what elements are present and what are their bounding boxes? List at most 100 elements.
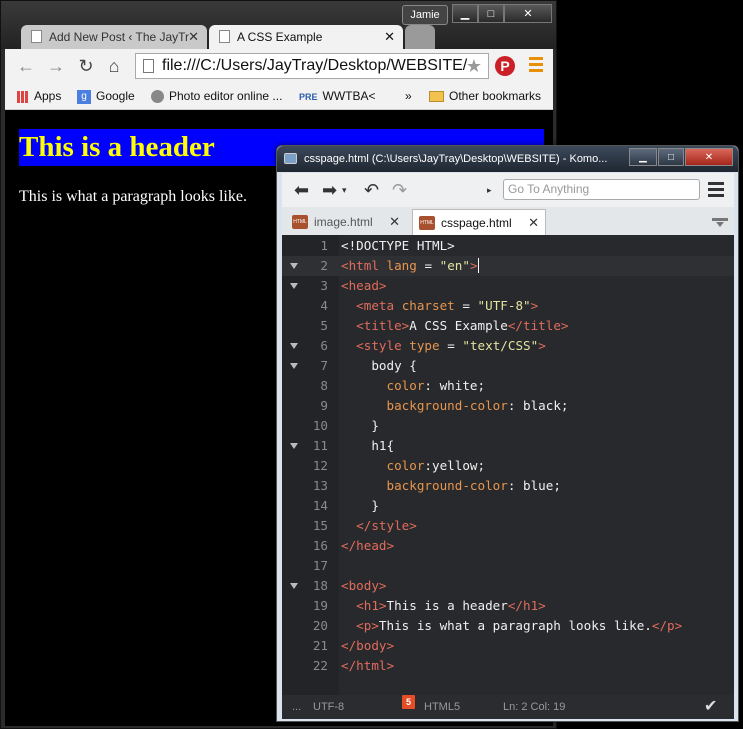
address-text: file:///C:/Users/JayTray/Desktop/WEBSITE… <box>162 57 468 74</box>
tab-label: image.html <box>314 215 373 229</box>
line-number: 19 <box>312 598 328 613</box>
address-bar[interactable]: file:///C:/Users/JayTray/Desktop/WEBSITE… <box>135 53 489 79</box>
fold-icon[interactable] <box>290 363 298 369</box>
line-number: 13 <box>312 478 328 493</box>
editor-titlebar: csspage.html (C:\Users\JayTray\Desktop\W… <box>277 146 738 172</box>
line-number: 12 <box>312 458 328 473</box>
bookmark-label: Apps <box>34 89 62 103</box>
line-number: 2 <box>320 258 328 273</box>
code-line: <head> <box>341 278 387 293</box>
line-number: 1 <box>320 238 328 253</box>
code-line: <!DOCTYPE HTML> <box>341 238 455 253</box>
bookmark-photo-editor[interactable]: Photo editor online ... <box>151 83 282 109</box>
google-icon: g <box>77 89 91 104</box>
code-line: background-color: black; <box>386 398 569 413</box>
close-window-icon[interactable]: ✕ <box>685 148 733 166</box>
star-icon[interactable]: ★ <box>466 54 482 78</box>
code-line: <p>This is what a paragraph looks like.<… <box>356 618 683 633</box>
code-line: </html> <box>341 658 395 673</box>
code-line: <body> <box>341 578 387 593</box>
line-number: 21 <box>312 638 328 653</box>
fold-icon[interactable] <box>290 443 298 449</box>
fold-icon[interactable] <box>290 263 298 269</box>
editor-tabs: HTML image.html ✕ HTML csspage.html ✕ <box>282 207 734 236</box>
line-number: 18 <box>312 578 328 593</box>
tab-image-html[interactable]: HTML image.html ✕ <box>286 209 406 235</box>
code-line: body { <box>371 358 417 373</box>
tab-close-icon[interactable]: ✕ <box>188 25 199 49</box>
editor-menu-icon[interactable] <box>708 182 724 200</box>
profile-button[interactable]: Jamie <box>402 5 448 25</box>
fold-icon[interactable] <box>290 283 298 289</box>
back-arrow-icon[interactable]: ← <box>15 55 37 77</box>
code-line: color:yellow; <box>386 458 486 473</box>
minimize-icon[interactable]: ▁ <box>629 148 657 166</box>
tab-csspage-html[interactable]: HTML csspage.html ✕ <box>412 209 546 235</box>
status-more[interactable]: ... <box>292 695 301 719</box>
tab-label: Add New Post ‹ The JayTr <box>49 30 190 44</box>
tab-css-example[interactable]: A CSS Example ✕ <box>209 25 403 49</box>
status-encoding[interactable]: UTF-8 <box>313 695 344 719</box>
chrome-menu-icon[interactable] <box>529 57 543 75</box>
line-number: 8 <box>320 378 328 393</box>
bookmark-apps[interactable]: Apps <box>17 83 61 109</box>
code-line: h1{ <box>371 438 395 453</box>
komodo-app-icon <box>284 153 297 164</box>
code-line: } <box>371 498 379 513</box>
line-number: 22 <box>312 658 328 673</box>
home-icon[interactable]: ⌂ <box>103 55 125 77</box>
maximize-icon[interactable]: □ <box>478 4 504 23</box>
line-number: 14 <box>312 498 328 513</box>
goto-expand-icon[interactable]: ▸ <box>487 179 492 201</box>
history-dropdown-icon[interactable]: ▾ <box>342 179 347 201</box>
close-window-icon[interactable]: ✕ <box>504 4 552 23</box>
line-number: 17 <box>312 558 328 573</box>
code-line: } <box>371 418 379 433</box>
minimize-icon[interactable]: ▁ <box>452 4 478 23</box>
pinterest-icon[interactable]: P <box>495 56 515 76</box>
status-language[interactable]: HTML5 <box>424 695 460 719</box>
line-number: 9 <box>320 398 328 413</box>
window-controls: ▁ □ ✕ <box>452 4 552 23</box>
goto-anything-input[interactable]: Go To Anything <box>503 179 700 200</box>
code-line: </style> <box>356 518 417 533</box>
tab-label: csspage.html <box>441 216 512 230</box>
fold-icon[interactable] <box>290 583 298 589</box>
new-tab-button[interactable] <box>405 25 435 49</box>
undo-icon[interactable]: ↶ <box>364 179 379 201</box>
code-line: <h1>This is a header</h1> <box>356 598 546 613</box>
editor-window: csspage.html (C:\Users\JayTray\Desktop\W… <box>276 145 739 722</box>
bookmarks-bar: Apps g Google Photo editor online ... PRE… <box>5 83 553 110</box>
reload-icon[interactable]: ↻ <box>75 55 97 77</box>
fold-icon[interactable] <box>290 343 298 349</box>
page-icon <box>143 59 154 73</box>
bookmark-label: Google <box>96 89 135 103</box>
tab-close-icon[interactable]: ✕ <box>384 25 395 49</box>
back-arrow-icon[interactable]: ⬅ <box>294 179 309 201</box>
forward-arrow-icon[interactable]: → <box>45 55 67 77</box>
code-line: color: white; <box>386 378 486 393</box>
editor-title: csspage.html (C:\Users\JayTray\Desktop\W… <box>304 153 608 165</box>
bookmark-label: WWTBA< <box>322 89 376 103</box>
tab-add-new-post[interactable]: Add New Post ‹ The JayTr ✕ <box>21 25 207 49</box>
code-line: <title>A CSS Example</title> <box>356 318 569 333</box>
code-line: </body> <box>341 638 395 653</box>
page-paragraph: This is what a paragraph looks like. <box>19 188 247 205</box>
maximize-icon[interactable]: □ <box>658 148 684 166</box>
line-number: 11 <box>312 438 328 453</box>
tab-close-icon[interactable]: ✕ <box>528 210 539 236</box>
code-line: <html lang = "en"> <box>341 258 479 273</box>
tab-close-icon[interactable]: ✕ <box>389 209 400 235</box>
bookmark-wwtba[interactable]: PRE WWTBA< <box>299 83 376 109</box>
code-line: <meta charset = "UTF-8"> <box>356 298 539 313</box>
bookmark-google[interactable]: g Google <box>77 83 135 109</box>
line-number: 6 <box>320 338 328 353</box>
check-icon[interactable]: ✔ <box>704 695 717 719</box>
code-editor[interactable]: 1 <!DOCTYPE HTML> 2 <html lang = "en"> 3 <h… <box>282 235 734 695</box>
tab-list-icon[interactable] <box>712 215 728 227</box>
other-bookmarks[interactable]: Other bookmarks <box>429 83 541 109</box>
bookmarks-overflow-button[interactable]: » <box>405 83 412 109</box>
html-file-icon: HTML <box>292 215 308 229</box>
redo-icon[interactable]: ↷ <box>392 179 407 201</box>
forward-arrow-icon[interactable]: ➡ <box>322 179 337 201</box>
